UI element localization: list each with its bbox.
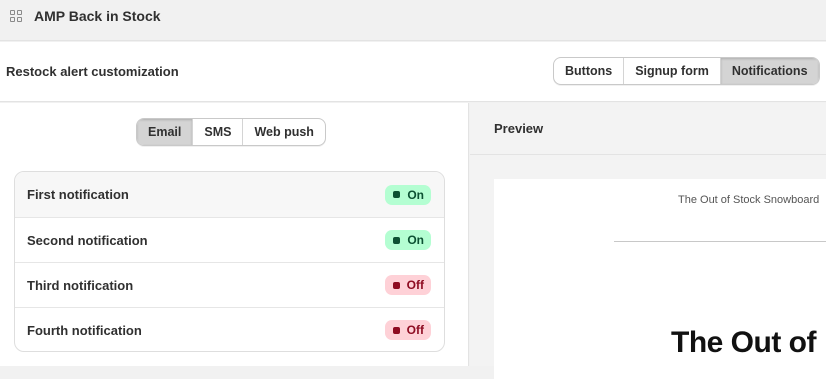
status-text: On — [407, 187, 424, 202]
tab-notifications[interactable]: Notifications — [719, 58, 819, 84]
section-header: Restock alert customization Buttons Sign… — [0, 42, 826, 102]
notification-list: First notification On Second notificatio… — [14, 171, 445, 352]
app-title: AMP Back in Stock — [34, 8, 161, 24]
notification-label: Third notification — [27, 277, 134, 293]
status-dot-icon — [393, 191, 401, 198]
email-heading: The Out of — [671, 326, 816, 359]
status-text: On — [407, 233, 424, 247]
notification-row-third[interactable]: Third notification Off — [15, 262, 444, 307]
notification-label: Fourth notification — [27, 322, 142, 338]
status-badge: On — [385, 230, 431, 250]
tab-buttons[interactable]: Buttons — [554, 58, 623, 84]
preview-title: Preview — [494, 121, 544, 136]
notification-label: Second notification — [27, 232, 148, 248]
app-grid-icon — [10, 10, 22, 22]
notification-row-second[interactable]: Second notification On — [15, 217, 444, 262]
status-badge: On — [385, 184, 431, 205]
app-header: AMP Back in Stock — [0, 0, 826, 41]
notification-row-first[interactable]: First notification On — [15, 172, 444, 217]
email-divider — [614, 241, 826, 242]
notification-label: First notification — [27, 187, 129, 202]
preview-panel: Preview The Out of Stock Snowboard The O… — [470, 103, 826, 379]
view-tabs: Buttons Signup form Notifications — [553, 57, 820, 85]
status-badge: Off — [384, 275, 431, 295]
email-preview: The Out of Stock Snowboard The Out of — [494, 179, 826, 379]
tab-email[interactable]: Email — [137, 119, 193, 145]
status-text: Off — [406, 278, 424, 292]
status-dot-icon — [393, 236, 401, 244]
status-dot-icon — [392, 281, 400, 289]
status-badge: Off — [384, 320, 431, 340]
notification-row-fourth[interactable]: Fourth notification Off — [15, 307, 444, 351]
tab-signup-form[interactable]: Signup form — [623, 58, 720, 84]
preview-header: Preview — [470, 103, 826, 155]
notifications-panel: Email SMS Web push First notification On… — [0, 103, 469, 366]
channel-tabs: Email SMS Web push — [136, 118, 326, 146]
email-subject: The Out of Stock Snowboard — [678, 194, 820, 206]
tab-sms[interactable]: SMS — [192, 119, 242, 145]
section-title: Restock alert customization — [6, 64, 179, 79]
tab-web-push[interactable]: Web push — [242, 119, 325, 145]
status-text: Off — [406, 323, 424, 337]
status-dot-icon — [392, 326, 400, 334]
